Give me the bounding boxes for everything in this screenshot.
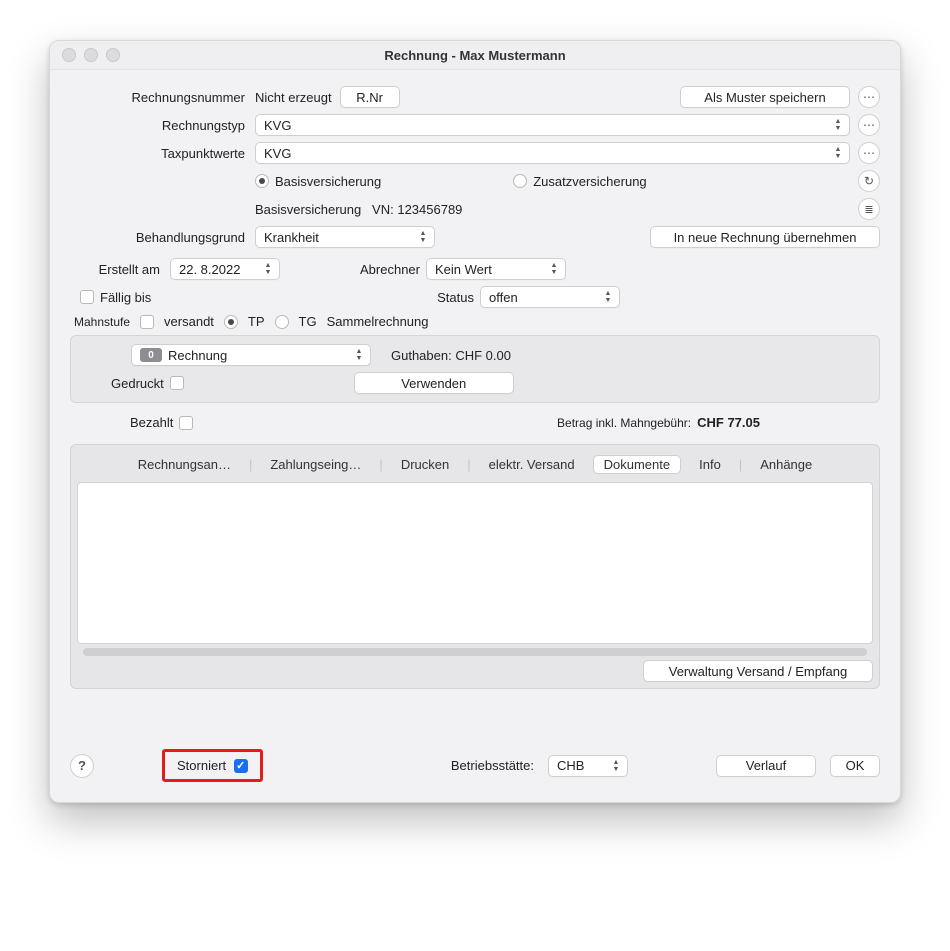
- more-icon[interactable]: [858, 86, 880, 108]
- in-neue-rechnung-button[interactable]: In neue Rechnung übernehmen: [650, 226, 880, 248]
- erstellt-am-field[interactable]: 22. 8.2022 ▲▼: [170, 258, 280, 280]
- versicherung-info: Basisversicherung VN: 123456789: [255, 202, 462, 217]
- betriebsstaette-select[interactable]: CHB ▲▼: [548, 755, 628, 777]
- window-title: Rechnung - Max Mustermann: [50, 48, 900, 63]
- label-rechnungstyp: Rechnungstyp: [70, 118, 255, 133]
- tab-bar: Rechnungsan…| Zahlungseing…| Drucken| el…: [77, 451, 873, 478]
- guthaben-label: Guthaben: CHF 0.00: [391, 348, 511, 363]
- rechnungstyp-select[interactable]: KVG ▲▼: [255, 114, 850, 136]
- versandt-checkbox[interactable]: [140, 315, 154, 329]
- verwenden-button[interactable]: Verwenden: [354, 372, 514, 394]
- status-select[interactable]: offen ▲▼: [480, 286, 620, 308]
- mahnstufe-select[interactable]: 0 Rechnung ▲▼: [131, 344, 371, 366]
- chevron-updown-icon: ▲▼: [547, 261, 561, 277]
- basisversicherung-radio[interactable]: [255, 174, 269, 188]
- label-faellig-bis: Fällig bis: [100, 290, 151, 305]
- tab-elektr-versand[interactable]: elektr. Versand: [483, 455, 581, 474]
- tp-radio[interactable]: [224, 315, 238, 329]
- more-icon[interactable]: [858, 142, 880, 164]
- chevron-updown-icon: ▲▼: [831, 145, 845, 161]
- bezahlt-checkbox[interactable]: [179, 416, 193, 430]
- taxpunktwerte-value: KVG: [264, 146, 291, 161]
- chevron-updown-icon: ▲▼: [416, 229, 430, 245]
- verlauf-button[interactable]: Verlauf: [716, 755, 816, 777]
- rnr-button[interactable]: R.Nr: [340, 86, 400, 108]
- list-icon[interactable]: [858, 198, 880, 220]
- footer: ? Storniert Betriebsstätte: CHB ▲▼ Verla…: [70, 749, 880, 782]
- faellig-bis-checkbox[interactable]: [80, 290, 94, 304]
- label-tg: TG: [299, 314, 317, 329]
- rechnungsnummer-value: Nicht erzeugt: [255, 90, 332, 105]
- label-mahnstufe: Mahnstufe: [74, 315, 130, 329]
- content: Rechnungsnummer Nicht erzeugt R.Nr Als M…: [50, 70, 900, 802]
- chevron-updown-icon: ▲▼: [352, 347, 366, 363]
- tab-dokumente[interactable]: Dokumente: [593, 455, 681, 474]
- label-erstellt-am: Erstellt am: [70, 262, 170, 277]
- abrechner-select[interactable]: Kein Wert ▲▼: [426, 258, 566, 280]
- help-button[interactable]: ?: [70, 754, 94, 778]
- titlebar: Rechnung - Max Mustermann: [50, 41, 900, 70]
- refresh-icon[interactable]: [858, 170, 880, 192]
- label-storniert: Storniert: [177, 758, 226, 773]
- tab-panel: Rechnungsan…| Zahlungseing…| Drucken| el…: [70, 444, 880, 689]
- tab-drucken[interactable]: Drucken: [395, 455, 455, 474]
- label-status: Status: [404, 290, 480, 305]
- abrechner-value: Kein Wert: [435, 262, 492, 277]
- als-muster-speichern-button[interactable]: Als Muster speichern: [680, 86, 850, 108]
- tab-rechnungsangaben[interactable]: Rechnungsan…: [132, 455, 237, 474]
- tab-info[interactable]: Info: [693, 455, 727, 474]
- betriebsstaette-value: CHB: [557, 758, 584, 773]
- betrag-label: Betrag inkl. Mahngebühr:: [557, 416, 691, 430]
- chevron-updown-icon: ▲▼: [831, 117, 845, 133]
- tab-zahlungseingang[interactable]: Zahlungseing…: [264, 455, 367, 474]
- label-abrechner: Abrechner: [330, 262, 426, 277]
- label-taxpunktwerte: Taxpunktwerte: [70, 146, 255, 161]
- label-gedruckt: Gedruckt: [111, 376, 164, 391]
- horizontal-scrollbar[interactable]: [83, 648, 867, 656]
- dialog-window: Rechnung - Max Mustermann Rechnungsnumme…: [49, 40, 901, 803]
- label-behandlungsgrund: Behandlungsgrund: [70, 230, 255, 245]
- mahnstufe-value: Rechnung: [168, 348, 227, 363]
- storniert-highlight: Storniert: [162, 749, 263, 782]
- more-icon[interactable]: [858, 114, 880, 136]
- basisversicherung-label: Basisversicherung: [275, 174, 381, 189]
- label-rechnungsnummer: Rechnungsnummer: [70, 90, 255, 105]
- gedruckt-checkbox[interactable]: [170, 376, 184, 390]
- betrag-value: CHF 77.05: [697, 415, 760, 430]
- chevron-updown-icon: ▲▼: [609, 758, 623, 774]
- tab-anhaenge[interactable]: Anhänge: [754, 455, 818, 474]
- erstellt-am-value: 22. 8.2022: [179, 262, 240, 277]
- documents-list[interactable]: [77, 482, 873, 644]
- label-betriebsstaette: Betriebsstätte:: [451, 758, 534, 773]
- mahnstufe-panel: 0 Rechnung ▲▼ Guthaben: CHF 0.00 Gedruck…: [70, 335, 880, 403]
- zusatzversicherung-label: Zusatzversicherung: [533, 174, 646, 189]
- label-versandt: versandt: [164, 314, 214, 329]
- stepper-updown-icon: ▲▼: [261, 261, 275, 277]
- status-value: offen: [489, 290, 518, 305]
- label-bezahlt: Bezahlt: [130, 415, 173, 430]
- storniert-checkbox[interactable]: [234, 759, 248, 773]
- behandlungsgrund-select[interactable]: Krankheit ▲▼: [255, 226, 435, 248]
- label-tp: TP: [248, 314, 265, 329]
- label-sammelrechnung: Sammelrechnung: [327, 314, 429, 329]
- behandlungsgrund-value: Krankheit: [264, 230, 319, 245]
- zusatzversicherung-radio[interactable]: [513, 174, 527, 188]
- taxpunktwerte-select[interactable]: KVG ▲▼: [255, 142, 850, 164]
- rechnungstyp-value: KVG: [264, 118, 291, 133]
- verwaltung-versand-button[interactable]: Verwaltung Versand / Empfang: [643, 660, 873, 682]
- tg-radio[interactable]: [275, 315, 289, 329]
- mahnstufe-badge: 0: [140, 348, 162, 362]
- ok-button[interactable]: OK: [830, 755, 880, 777]
- chevron-updown-icon: ▲▼: [601, 289, 615, 305]
